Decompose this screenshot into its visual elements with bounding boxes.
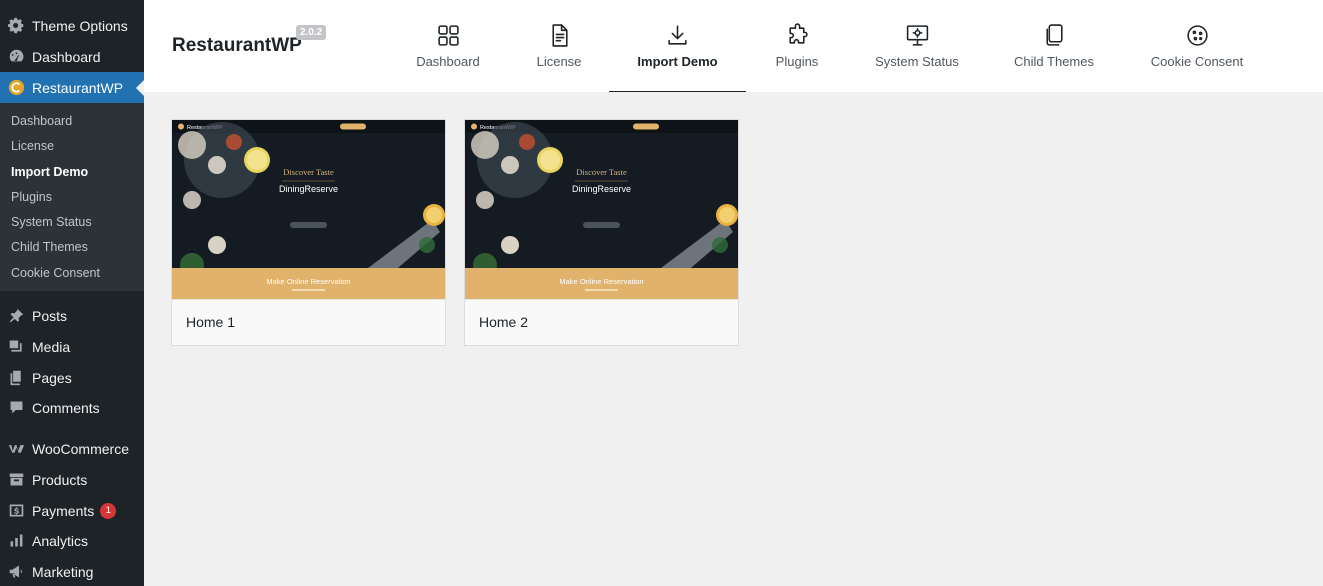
menu-label: Analytics	[32, 532, 89, 549]
archive-icon	[7, 471, 25, 489]
pages-icon	[7, 369, 25, 387]
menu-comments[interactable]: Comments	[0, 392, 144, 423]
menu-woocommerce[interactable]: WooCommerce	[0, 433, 144, 464]
svg-text:Make Online Reservation: Make Online Reservation	[559, 277, 643, 286]
demo-card-home-2[interactable]: RestaurantWP Discover Taste DiningReserv…	[464, 119, 739, 346]
restaurantwp-submenu: Dashboard License Import Demo Plugins Sy…	[0, 103, 144, 291]
admin-sidebar: Theme Options Dashboard RestaurantWP Das…	[0, 0, 144, 586]
tab-system-status[interactable]: System Status	[862, 0, 972, 92]
document-icon	[546, 22, 572, 48]
tab-dashboard[interactable]: Dashboard	[398, 0, 498, 92]
restaurantwp-logo-icon	[7, 79, 25, 97]
current-menu-arrow	[136, 80, 144, 96]
svg-text:DiningReserve: DiningReserve	[572, 184, 631, 194]
brand-title: RestaurantWP	[172, 35, 302, 56]
monitor-gear-icon	[904, 22, 930, 48]
menu-products[interactable]: Products	[0, 464, 144, 495]
submenu-plugins[interactable]: Plugins	[0, 185, 144, 210]
menu-theme-options[interactable]: Theme Options	[0, 10, 144, 41]
submenu-license[interactable]: License	[0, 134, 144, 159]
menu-dashboard[interactable]: Dashboard	[0, 41, 144, 72]
menu-label: RestaurantWP	[32, 79, 124, 96]
version-badge: 2.0.2	[296, 25, 327, 40]
menu-analytics[interactable]: Analytics	[0, 525, 144, 556]
demo-name: Home 1	[172, 300, 445, 345]
menu-label: Products	[32, 471, 88, 488]
menu-restaurantwp[interactable]: RestaurantWP	[0, 72, 144, 103]
download-icon	[665, 22, 691, 48]
menu-label: Dashboard	[32, 48, 101, 65]
menu-payments[interactable]: Payments 1	[0, 495, 144, 526]
bar-chart-icon	[7, 532, 25, 550]
demo-name: Home 2	[465, 300, 738, 345]
cookie-icon	[1184, 22, 1210, 48]
tab-label: License	[536, 54, 582, 69]
megaphone-icon	[7, 563, 25, 581]
tab-import-demo[interactable]: Import Demo	[609, 0, 746, 92]
media-icon	[7, 338, 25, 356]
submenu-system-status[interactable]: System Status	[0, 210, 144, 235]
submenu-cookie-consent[interactable]: Cookie Consent	[0, 261, 144, 286]
comment-icon	[7, 399, 25, 417]
tab-cookie-consent[interactable]: Cookie Consent	[1144, 0, 1250, 92]
dashboard-icon	[7, 48, 25, 66]
svg-text:Discover Taste: Discover Taste	[283, 167, 334, 177]
menu-label: Payments	[32, 502, 95, 519]
svg-text:Discover Taste: Discover Taste	[576, 167, 627, 177]
tab-child-themes[interactable]: Child Themes	[1004, 0, 1104, 92]
tab-label: Dashboard	[416, 54, 480, 69]
menu-label: WooCommerce	[32, 440, 129, 457]
demo-thumbnail: RestaurantWP Discover Taste DiningReserv…	[172, 120, 445, 300]
submenu-child-themes[interactable]: Child Themes	[0, 235, 144, 260]
menu-posts[interactable]: Posts	[0, 300, 144, 331]
pin-icon	[7, 307, 25, 325]
tab-label: System Status	[875, 54, 959, 69]
tab-label: Cookie Consent	[1150, 54, 1244, 69]
demo-thumbnail: RestaurantWP Discover Taste DiningReserv…	[465, 120, 738, 300]
tab-label: Plugins	[775, 54, 819, 69]
notification-badge: 1	[100, 502, 117, 519]
theme-header: RestaurantWP 2.0.2 Dashboard License Imp…	[144, 0, 1323, 92]
copy-icon	[1041, 22, 1067, 48]
menu-label: Media	[32, 338, 71, 355]
svg-text:DiningReserve: DiningReserve	[279, 184, 338, 194]
menu-pages[interactable]: Pages	[0, 362, 144, 393]
gear-icon	[7, 17, 25, 35]
menu-media[interactable]: Media	[0, 331, 144, 362]
demo-preview-image: RestaurantWP Discover Taste DiningReserv…	[465, 120, 738, 299]
menu-label: Pages	[32, 369, 72, 386]
menu-label: Theme Options	[32, 17, 128, 34]
menu-label: Posts	[32, 307, 68, 324]
menu-marketing[interactable]: Marketing	[0, 556, 144, 586]
tab-label: Import Demo	[637, 54, 718, 69]
tab-label: Child Themes	[1014, 54, 1094, 69]
demo-preview-image: RestaurantWP Discover Taste DiningReserv…	[172, 120, 445, 299]
menu-label: Marketing	[32, 563, 94, 580]
dollar-icon	[7, 502, 25, 520]
submenu-import-demo[interactable]: Import Demo	[0, 160, 144, 185]
submenu-dashboard[interactable]: Dashboard	[0, 109, 144, 134]
demo-card-home-1[interactable]: RestaurantWP Discover Taste DiningReserv…	[171, 119, 446, 346]
tab-license[interactable]: License	[519, 0, 599, 92]
svg-text:Make Online Reservation: Make Online Reservation	[266, 277, 350, 286]
woocommerce-icon	[7, 440, 25, 458]
grid-icon	[435, 22, 461, 48]
puzzle-icon	[784, 22, 810, 48]
tab-plugins[interactable]: Plugins	[757, 0, 837, 92]
menu-label: Comments	[32, 399, 100, 416]
